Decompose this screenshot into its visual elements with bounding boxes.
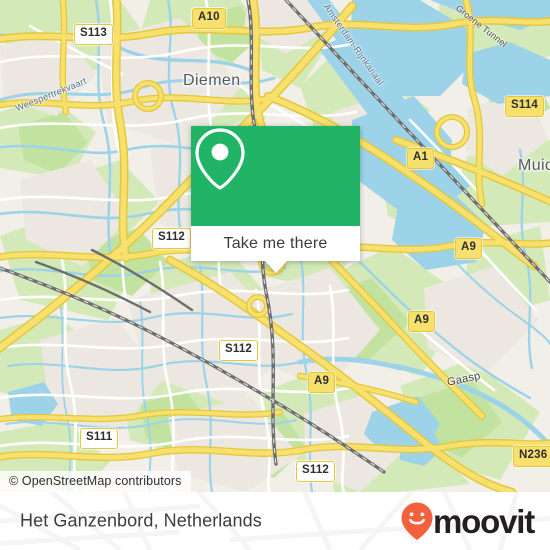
map-canvas[interactable]: Diemen Muiderberg Weespertrekvaart Amste… [0, 0, 550, 492]
road-shield-s112-mid[interactable]: S112 [219, 340, 259, 361]
moovit-smiley-pin-icon [401, 502, 433, 540]
moovit-map-screenshot: Diemen Muiderberg Weespertrekvaart Amste… [0, 0, 550, 550]
moovit-logo[interactable]: moovit [400, 501, 535, 541]
road-shield-n236[interactable]: N236 [513, 446, 550, 467]
callout-label: Take me there [223, 234, 328, 252]
road-shield-s114[interactable]: S114 [505, 96, 545, 117]
footer-bar: Het Ganzenbord, Netherlands moovit [0, 492, 550, 550]
location-title: Het Ganzenbord, Netherlands [20, 510, 262, 531]
osm-attribution[interactable]: © OpenStreetMap contributors [0, 471, 191, 492]
road-shield-s112-south[interactable]: S112 [296, 461, 336, 482]
road-shield-a1[interactable]: A1 [407, 148, 435, 169]
map-pin-icon [195, 128, 245, 190]
road-shield-a9-mid[interactable]: A9 [408, 311, 436, 332]
road-shield-s113[interactable]: S113 [74, 24, 114, 45]
take-me-there-callout[interactable]: Take me there [191, 126, 360, 273]
callout-pointer-tail [264, 261, 287, 273]
road-shield-s111[interactable]: S111 [80, 428, 119, 449]
callout-icon-panel [191, 126, 360, 226]
road-shield-s112-north[interactable]: S112 [152, 228, 192, 249]
road-shield-a10[interactable]: A10 [192, 8, 226, 29]
moovit-wordmark: moovit [433, 502, 535, 540]
road-shield-a9-south[interactable]: A9 [308, 372, 336, 393]
callout-label-panel[interactable]: Take me there [191, 226, 360, 273]
road-shield-a9-east[interactable]: A9 [455, 238, 483, 259]
